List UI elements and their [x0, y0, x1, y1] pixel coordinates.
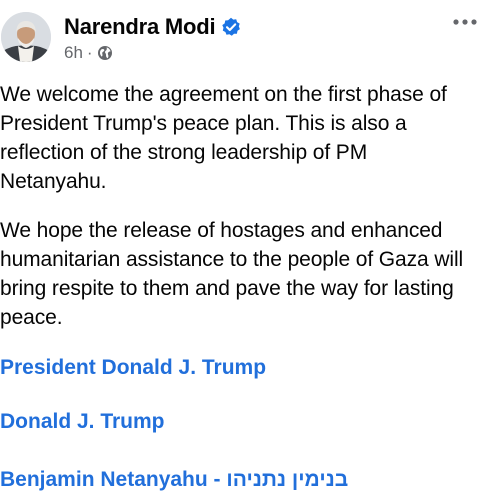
- post-header: Narendra Modi 6h ·: [0, 0, 480, 72]
- post-paragraph: We hope the release of hostages and enha…: [0, 219, 464, 329]
- tag-link-donald-j-trump[interactable]: Donald J. Trump: [0, 410, 165, 434]
- avatar-image: [1, 12, 51, 62]
- tag-link-benjamin-netanyahu[interactable]: Benjamin Netanyahu - בנימין נתניהו: [0, 468, 348, 492]
- post-paragraph: We welcome the agreement on the first ph…: [0, 83, 447, 193]
- author-avatar[interactable]: [1, 12, 51, 62]
- post-timestamp[interactable]: 6h: [64, 43, 83, 63]
- author-row: Narendra Modi: [64, 12, 241, 42]
- globe-icon: [97, 45, 113, 61]
- post-meta: 6h ·: [64, 42, 113, 64]
- tag-link-president-donald-j-trump[interactable]: President Donald J. Trump: [0, 356, 266, 380]
- more-options-icon: [453, 19, 477, 25]
- author-name[interactable]: Narendra Modi: [64, 14, 216, 40]
- meta-separator: ·: [86, 43, 93, 62]
- more-options-button[interactable]: [452, 10, 480, 34]
- verified-badge-icon: [221, 17, 241, 37]
